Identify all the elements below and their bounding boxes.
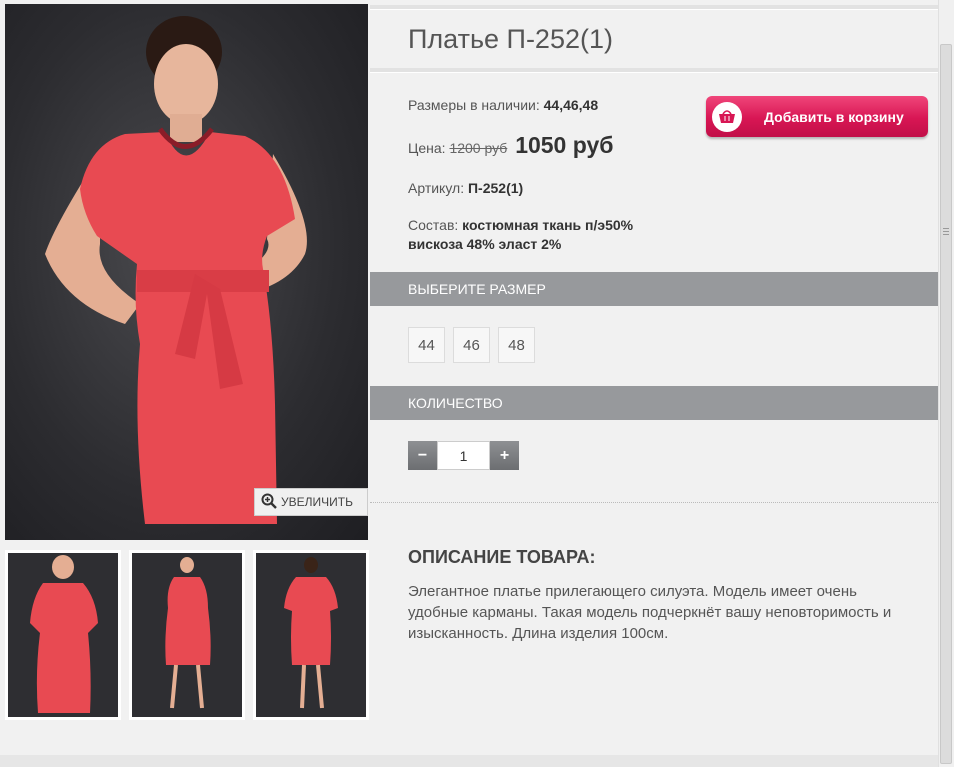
size-options: 44 46 48 [408,327,535,363]
model-figure [45,16,307,524]
size-option-46[interactable]: 46 [453,327,490,363]
sizes-label: Размеры в наличии: [408,97,540,113]
price-label: Цена: [408,140,446,156]
sizes-available: Размеры в наличии: 44,46,48 [408,97,598,113]
size-section-header: Выберите размер [370,272,938,306]
add-to-cart-button[interactable]: Добавить в корзину [706,96,928,137]
main-product-photo[interactable]: УВЕЛИЧИТЬ [5,4,368,540]
thumbnail-front-full[interactable] [129,550,245,720]
composition-line2: вискоза 48% эласт 2% [408,236,562,252]
title-top-divider [370,5,938,10]
add-to-cart-label: Добавить в корзину [764,108,904,125]
scrollbar-thumb[interactable] [940,44,952,764]
new-price: 1050 руб [515,132,614,158]
thumbnail-back-full[interactable] [253,550,369,720]
composition-line1: костюмная ткань п/э50% [462,217,634,233]
article-label: Артикул: [408,180,465,196]
quantity-minus-button[interactable]: − [408,441,437,470]
article-value: П-252(1) [467,180,524,196]
basket-icon [712,101,742,132]
magnifier-plus-icon [261,493,277,512]
quantity-input[interactable] [437,441,490,470]
product-title: Платье П-252(1) [408,24,613,54]
article: Артикул: П-252(1) [408,180,523,196]
quantity-plus-button[interactable]: + [490,441,519,470]
zoom-button[interactable]: УВЕЛИЧИТЬ [254,488,368,516]
old-price: 1200 руб [449,140,508,156]
description-divider [370,502,938,503]
description-text: Элегантное платье прилегающего силуэта. … [408,583,892,642]
product-details: Платье П-252(1) Размеры в наличии: 44,46… [370,0,938,767]
sizes-value: 44,46,48 [543,97,599,113]
zoom-label: УВЕЛИЧИТЬ [281,495,353,509]
thumbnail-front-closeup[interactable] [5,550,121,720]
composition: Состав: костюмная ткань п/э50% вискоза 4… [408,216,633,254]
price: Цена: 1200 руб 1050 руб [408,132,614,159]
thumbnail-strip [5,550,369,720]
title-bottom-divider [370,68,938,73]
scrollbar-grip-icon [943,228,949,235]
description-title: ОПИСАНИЕ ТОВАРА: [408,547,596,567]
composition-label: Состав: [408,217,459,233]
quantity-stepper: − + [408,441,519,470]
size-option-48[interactable]: 48 [498,327,535,363]
size-option-44[interactable]: 44 [408,327,445,363]
quantity-section-header: Количество [370,386,938,420]
